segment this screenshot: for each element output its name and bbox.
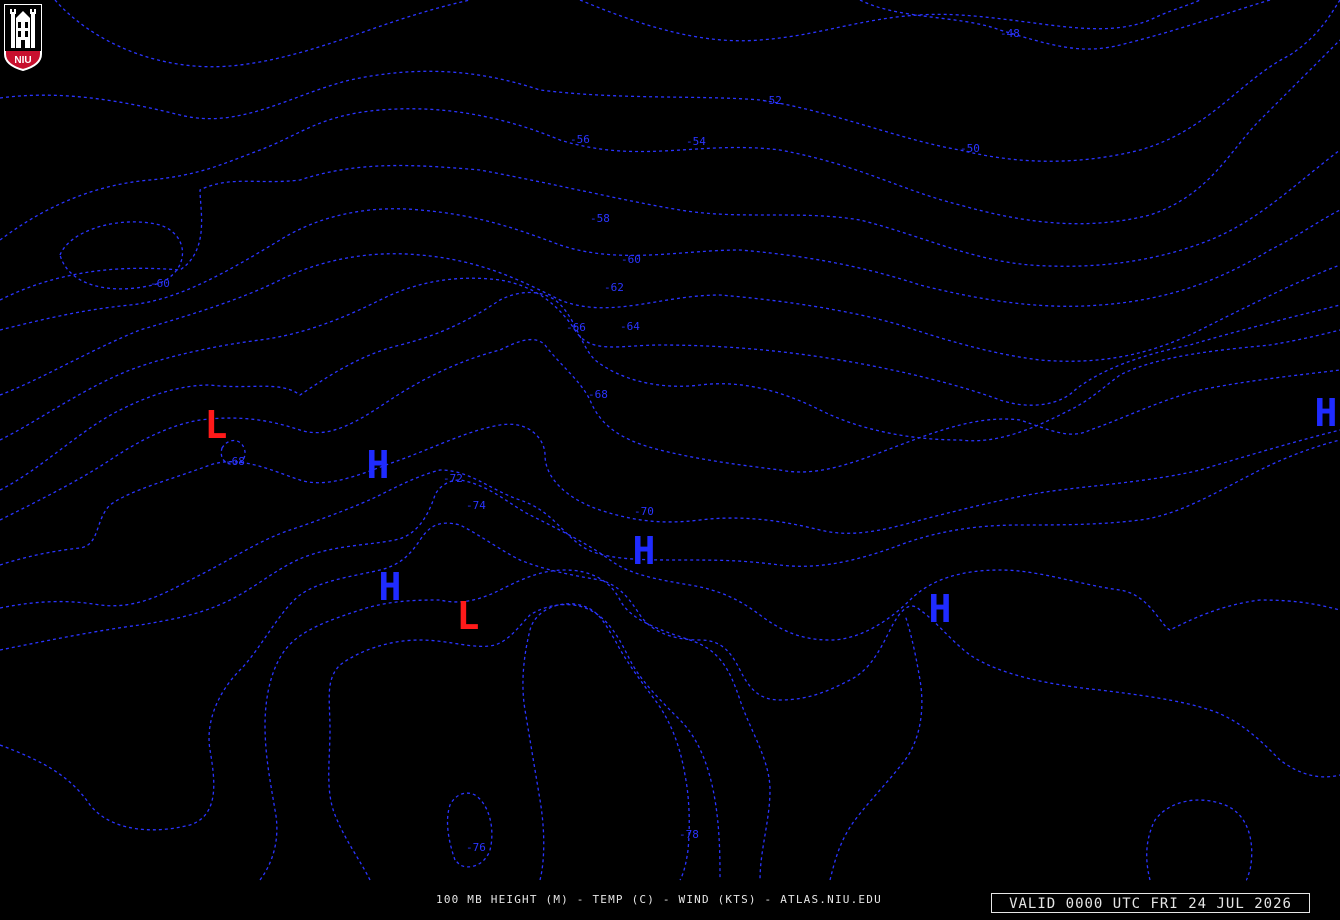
contour-label: -78 bbox=[679, 828, 699, 841]
logo-text: NIU bbox=[14, 55, 31, 66]
contour-label: -48 bbox=[1000, 27, 1020, 40]
high-pressure-marker: H bbox=[379, 565, 402, 609]
contour-label: -70 bbox=[634, 505, 654, 518]
contour-line bbox=[0, 0, 1340, 162]
low-pressure-marker: L bbox=[205, 403, 228, 447]
contour-label: -56 bbox=[570, 133, 590, 146]
contour-label: -68 bbox=[225, 455, 245, 468]
contour-line bbox=[0, 479, 1340, 651]
contour-label: -64 bbox=[620, 320, 640, 333]
niu-logo: NIU bbox=[4, 4, 42, 72]
contour-label: -74 bbox=[466, 499, 486, 512]
contour-label: -50 bbox=[960, 142, 980, 155]
contour-line bbox=[579, 0, 1201, 42]
contour-line bbox=[0, 277, 1340, 441]
contour-line bbox=[54, 0, 471, 68]
weather-map: -48 -52 -50 -56 -54 -58 -60 -60 -62 -66 -64 -68 -68 -… bbox=[0, 0, 1340, 881]
contour-label: -62 bbox=[604, 281, 624, 294]
high-pressure-marker: H bbox=[367, 443, 390, 487]
contour-label: -60 bbox=[621, 253, 641, 266]
temperature-contours bbox=[0, 0, 1340, 881]
contour-label: -58 bbox=[590, 212, 610, 225]
contour-line bbox=[829, 614, 923, 881]
contour-label: -66 bbox=[566, 321, 586, 334]
contour-label: -52 bbox=[762, 94, 782, 107]
contour-label: -60 bbox=[150, 277, 170, 290]
contour-line bbox=[0, 149, 1340, 301]
contour-line bbox=[0, 522, 1340, 831]
high-pressure-marker: H bbox=[1315, 391, 1338, 435]
contour-line bbox=[0, 253, 1340, 396]
contour-line bbox=[0, 423, 1340, 566]
contour-line bbox=[522, 603, 690, 881]
contour-labels: -48 -52 -50 -56 -54 -58 -60 -60 -62 -66 -64 -68 -68 -… bbox=[150, 27, 1020, 854]
pressure-centers: L H H L H H H bbox=[205, 391, 1338, 638]
low-pressure-marker: L bbox=[457, 594, 480, 638]
contour-label: -54 bbox=[686, 135, 706, 148]
high-pressure-marker: H bbox=[929, 587, 952, 631]
contour-line bbox=[446, 792, 493, 868]
contour-line bbox=[0, 39, 1340, 241]
high-pressure-marker: H bbox=[633, 529, 656, 573]
contour-line bbox=[1146, 799, 1253, 881]
map-caption: 100 MB HEIGHT (M) - TEMP (C) - WIND (KTS… bbox=[436, 893, 882, 906]
valid-time-box: VALID 0000 UTC FRI 24 JUL 2026 bbox=[991, 893, 1310, 913]
contour-line bbox=[328, 603, 721, 881]
contour-label: -72 bbox=[443, 472, 463, 485]
contour-line bbox=[0, 291, 1340, 491]
contour-line bbox=[0, 439, 1340, 609]
contour-label: -68 bbox=[588, 388, 608, 401]
contour-label: -76 bbox=[466, 841, 486, 854]
contour-line bbox=[859, 0, 1271, 50]
